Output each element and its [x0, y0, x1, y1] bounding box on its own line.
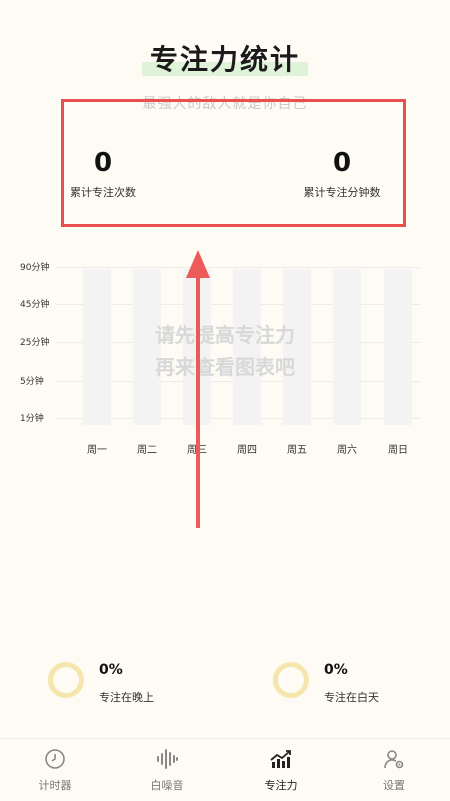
clock-icon [10, 747, 100, 771]
night-ring [48, 662, 84, 698]
x-tick-label: 周五 [287, 445, 307, 456]
day-percent: 0% [324, 662, 348, 678]
highlight-box [61, 99, 406, 227]
weekly-chart: 90分钟 45分钟 25分钟 5分钟 1分钟 周一 周二 周三 周四 周五 周六… [0, 255, 450, 465]
x-tick-label: 周一 [87, 445, 107, 456]
x-tick-label: 周二 [137, 445, 157, 456]
chart-empty-line1: 请先提高专注力 [155, 323, 295, 347]
tab-white-noise[interactable]: 白噪音 [122, 747, 212, 793]
night-percent: 0% [99, 662, 123, 678]
tab-timer[interactable]: 计时器 [10, 747, 100, 793]
tab-timer-label: 计时器 [38, 779, 72, 792]
tab-focus-label: 专注力 [264, 779, 298, 792]
tab-bar: 计时器 白噪音 专注力 设置 [0, 738, 450, 801]
day-ring [273, 662, 309, 698]
chart-empty-line2: 再来查看图表吧 [155, 355, 295, 379]
x-tick-label: 周日 [388, 445, 408, 456]
tab-settings-label: 设置 [383, 779, 405, 792]
x-tick-label: 周四 [237, 445, 257, 456]
tab-white-noise-label: 白噪音 [150, 779, 184, 792]
y-tick-label: 90分钟 [20, 263, 50, 273]
tab-settings[interactable]: 设置 [349, 747, 439, 793]
night-label: 专注在晚上 [99, 691, 154, 704]
y-tick-label: 1分钟 [20, 414, 44, 424]
page-title: 专注力统计 [141, 38, 309, 78]
waveform-icon [122, 747, 212, 771]
day-label: 专注在白天 [324, 691, 379, 704]
chart-empty-message: 请先提高专注力 再来查看图表吧 [0, 319, 450, 383]
y-tick-label: 45分钟 [20, 300, 50, 310]
settings-user-icon [349, 747, 439, 771]
gridline [56, 267, 420, 268]
x-tick-label: 周六 [337, 445, 357, 456]
title-wrap: 专注力统计 [0, 38, 450, 78]
chart-trend-icon [236, 747, 326, 771]
tab-focus[interactable]: 专注力 [236, 747, 326, 793]
x-tick-label: 周三 [187, 445, 207, 456]
